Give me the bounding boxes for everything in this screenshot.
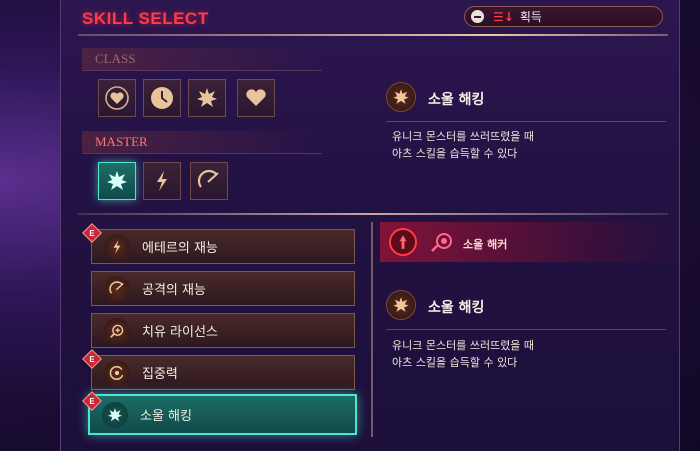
class-slot-heart[interactable] xyxy=(237,79,275,117)
detail-desc-line-1: 유니크 몬스터를 쓰러뜨렸을 때 xyxy=(392,130,535,143)
detail-desc-line-2: 아츠 스킬을 습득할 수 있다 xyxy=(392,147,518,160)
detail-desc-line-2: 아츠 스킬을 습득할 수 있다 xyxy=(392,356,518,369)
sort-selector[interactable]: ☰↓ 획득 xyxy=(464,6,663,27)
class-emblem xyxy=(389,228,417,256)
list-item-selected[interactable]: 소울 해킹 xyxy=(88,394,357,435)
soul-burst-icon xyxy=(393,89,409,104)
master-slot-sword-swipe[interactable] xyxy=(190,162,228,200)
class-slot-soul-burst[interactable] xyxy=(188,79,226,117)
detail-skill-icon xyxy=(386,290,416,320)
heart-ring-icon xyxy=(105,86,129,110)
column-divider xyxy=(371,222,373,437)
detail-skill-name: 소울 해킹 xyxy=(428,92,485,108)
list-item[interactable]: 에테르의 재능 xyxy=(91,229,355,264)
heal-target-icon xyxy=(104,317,130,344)
soul-burst-icon xyxy=(393,297,409,312)
lightning-icon xyxy=(104,233,130,260)
detail-description: 유니크 몬스터를 쓰러뜨렸을 때 아츠 스킬을 습득할 수 있다 xyxy=(392,337,632,371)
list-item-label: 치유 라이선스 xyxy=(142,325,218,340)
lightning-icon xyxy=(157,171,167,191)
minus-circle-icon[interactable] xyxy=(471,10,484,23)
sword-swipe-icon xyxy=(104,275,130,302)
soul-burst-icon xyxy=(197,88,217,107)
class-divider xyxy=(82,70,322,71)
master-slot-soul-burst[interactable] xyxy=(98,162,136,200)
list-item-label: 소울 해킹 xyxy=(140,409,192,424)
list-item-label: 에테르의 재능 xyxy=(142,241,218,256)
class-slot-clock[interactable] xyxy=(143,79,181,117)
sword-swipe-icon xyxy=(197,169,219,188)
class-banner xyxy=(380,222,680,262)
class-label: CLASS xyxy=(95,51,136,66)
detail-skill-icon xyxy=(386,82,416,112)
detail-skill-name: 소울 해킹 xyxy=(428,300,485,316)
detail-description: 유니크 몬스터를 쓰러뜨렸을 때 아츠 스킬을 습득할 수 있다 xyxy=(392,128,632,162)
detail-divider xyxy=(386,329,666,330)
soul-burst-icon xyxy=(107,171,127,190)
heart-icon xyxy=(246,89,266,106)
master-divider xyxy=(82,153,322,154)
sort-label: 획득 xyxy=(519,10,542,24)
list-item-label: 공격의 재능 xyxy=(142,283,206,298)
class-name: 소울 해커 xyxy=(463,238,508,251)
master-label: MASTER xyxy=(95,134,148,149)
detail-desc-line-1: 유니크 몬스터를 쓰러뜨렸을 때 xyxy=(392,339,535,352)
soul-burst-icon xyxy=(102,401,128,428)
soul-hacker-emblem-icon xyxy=(399,235,407,249)
focus-swirl-icon xyxy=(104,359,130,386)
sort-desc-icon: ☰↓ xyxy=(493,9,514,24)
class-slot-heart-ring[interactable] xyxy=(98,79,136,117)
section-divider xyxy=(78,213,668,215)
soul-hacker-icon xyxy=(431,233,452,252)
list-item[interactable]: 치유 라이선스 xyxy=(91,313,355,348)
title-divider xyxy=(78,34,668,36)
list-item-label: 집중력 xyxy=(142,367,178,382)
list-item[interactable]: 공격의 재능 xyxy=(91,271,355,306)
page-title: SKILL SELECT xyxy=(82,9,209,28)
master-slot-lightning[interactable] xyxy=(143,162,181,200)
detail-divider xyxy=(386,121,666,122)
list-item[interactable]: 집중력 xyxy=(91,355,355,390)
clock-icon xyxy=(151,87,173,109)
